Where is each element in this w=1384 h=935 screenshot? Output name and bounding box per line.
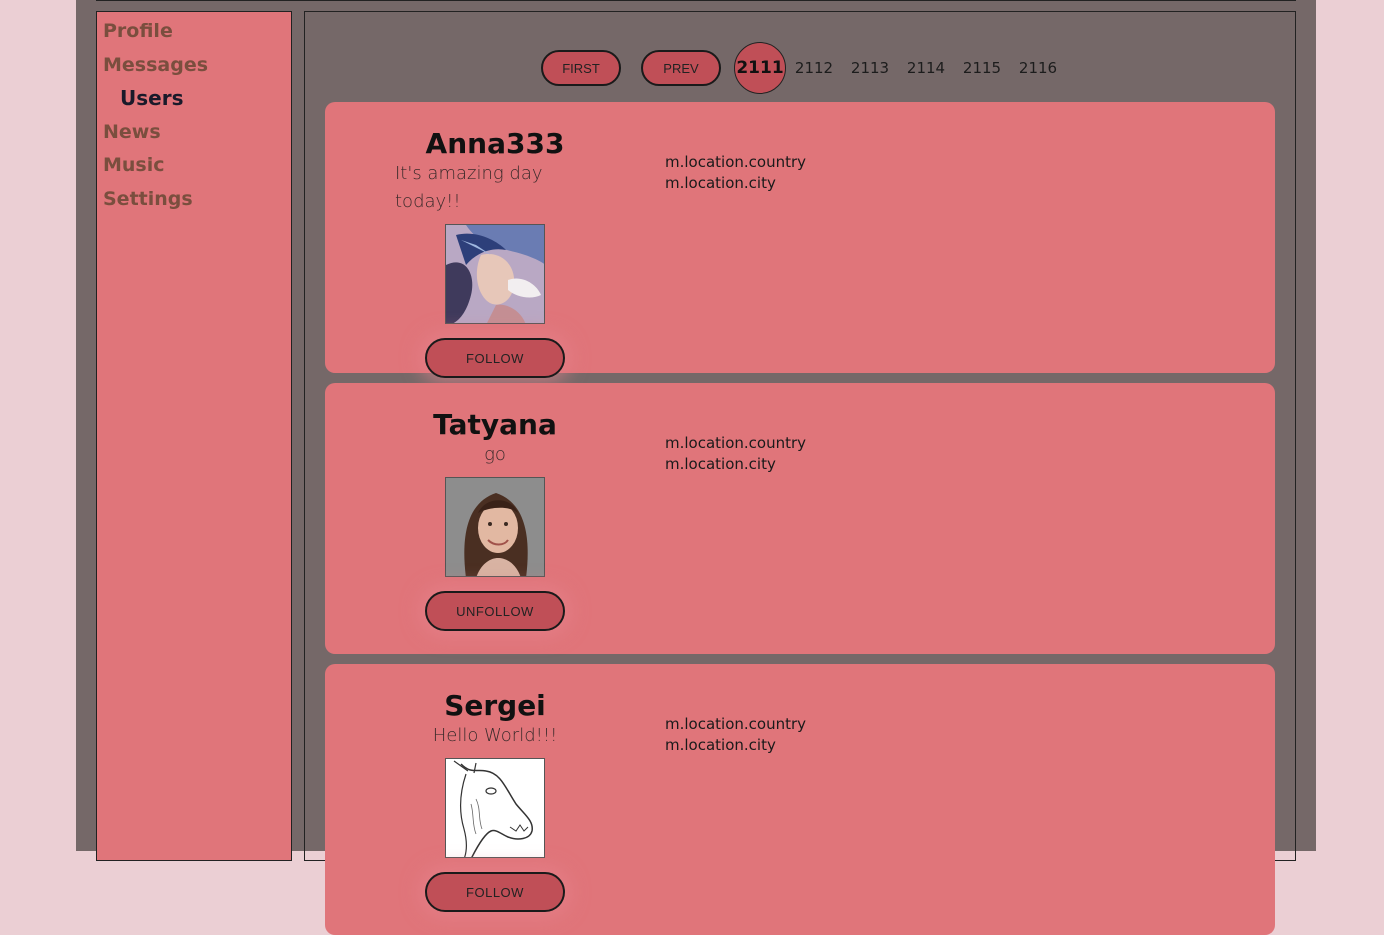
user-card: Sergei Hello World!!! FOLLOW m.location.… [325,664,1275,935]
user-status: It's amazing day today!! [395,163,543,212]
location-city: m.location.city [665,174,776,192]
user-name: Tatyana [433,408,557,441]
location-country: m.location.country [665,715,807,733]
location-city: m.location.city [665,455,776,473]
page-link-2114[interactable]: 2114 [898,59,954,77]
woman-portrait-photo-icon [446,478,544,576]
location-country: m.location.country [665,434,807,452]
first-page-button[interactable]: FIRST [541,50,621,86]
user-avatar[interactable] [445,477,545,577]
page-link-2113[interactable]: 2113 [842,59,898,77]
location-country: m.location.country [665,153,807,171]
user-info: Anna333 It's amazing day today!! FOLLOW [395,124,595,378]
page-link-2112[interactable]: 2112 [786,59,842,77]
sidebar-item-users[interactable]: Users [97,85,291,119]
user-status: go [484,444,506,465]
painted-woman-with-bird-icon [446,225,544,323]
sidebar-nav: Profile Messages Users News Music Settin… [96,11,292,861]
current-page[interactable]: 2111 [734,42,786,94]
sidebar-item-profile[interactable]: Profile [97,18,291,52]
user-info: Tatyana go UNFOLLOW [395,405,595,631]
sidebar-item-news[interactable]: News [97,119,291,153]
horse-sketch-icon [446,759,544,857]
prev-page-button[interactable]: PREV [641,50,721,86]
page-link-2115[interactable]: 2115 [954,59,1010,77]
user-avatar[interactable] [445,758,545,858]
follow-button[interactable]: FOLLOW [425,872,565,912]
users-content: FIRST PREV 2111 2112 2113 2114 2115 2116… [304,11,1296,935]
unfollow-button[interactable]: UNFOLLOW [425,591,565,631]
user-location: m.location.country m.location.city [665,714,806,756]
user-name: Sergei [444,689,546,722]
user-avatar[interactable] [445,224,545,324]
user-location: m.location.country m.location.city [665,152,806,194]
user-status: Hello World!!! [432,725,558,746]
follow-button[interactable]: FOLLOW [425,338,565,378]
header-divider [96,0,1296,1]
page-link-2116[interactable]: 2116 [1010,59,1066,77]
sidebar-item-messages[interactable]: Messages [97,52,291,86]
pagination: FIRST PREV 2111 2112 2113 2114 2115 2116 [541,41,1066,95]
user-info: Sergei Hello World!!! FOLLOW [395,686,595,912]
location-city: m.location.city [665,736,776,754]
user-location: m.location.country m.location.city [665,433,806,475]
sidebar-item-music[interactable]: Music [97,152,291,186]
user-name: Anna333 [425,127,565,160]
user-card: Anna333 It's amazing day today!! FOLLOW … [325,102,1275,378]
sidebar-item-settings[interactable]: Settings [97,186,291,220]
user-card: Tatyana go UNFOLLOW m.location.country m… [325,383,1275,654]
